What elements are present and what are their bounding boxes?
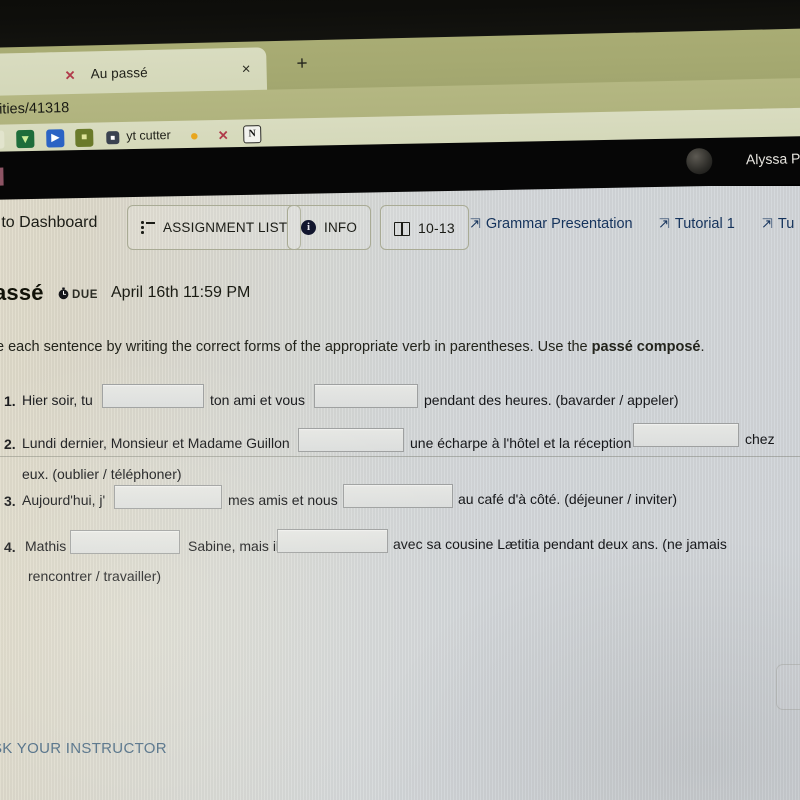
instructions-bold: passé composé [591, 339, 701, 355]
exercise-text: Lundi dernier, Monsieur et Madame Guillo… [22, 435, 290, 451]
bookmark-fox[interactable]: ✕ [214, 126, 232, 144]
toolbar-divider [0, 456, 800, 457]
bookmark-quizlet[interactable]: Q [0, 130, 5, 149]
photos-icon: ■ [75, 128, 94, 148]
assignment-toolbar: n to Dashboard ASSIGNMENT LIST i INFO 10… [0, 198, 800, 457]
grammar-presentation-link[interactable]: ⇱ Grammar Presentation [470, 216, 633, 232]
list-icon [141, 221, 155, 234]
answer-input-3a[interactable] [114, 485, 222, 509]
exercise-number: 4. [4, 539, 16, 555]
external-link-icon: ⇱ [659, 216, 670, 231]
info-label: INFO [324, 220, 358, 235]
bookmark-photos[interactable]: ■ [75, 128, 94, 148]
new-tab-button[interactable]: + [296, 53, 308, 74]
answer-input-4a[interactable] [70, 530, 180, 554]
exercise-text: Sabine, mais il [188, 538, 280, 554]
instructions-text: te each sentence by writing the correct … [0, 339, 792, 355]
page-title: assé [0, 280, 44, 305]
pages-label: 10-13 [418, 219, 455, 236]
pages-button[interactable]: 10-13 [380, 205, 469, 250]
bookmark-bulb[interactable]: ● [185, 126, 203, 144]
answer-input-4b[interactable] [277, 529, 388, 553]
assignment-list-label: ASSIGNMENT LIST [163, 220, 288, 235]
play-icon: ▶ [46, 129, 65, 148]
fox-icon: ✕ [217, 127, 229, 143]
exercise-text: Mathis [25, 538, 67, 554]
yt-cutter-icon: ■ [106, 131, 120, 145]
exercise-number: 2. [4, 436, 16, 452]
answer-input-1a[interactable] [102, 384, 204, 408]
bookmark-play[interactable]: ▶ [46, 129, 65, 148]
due-date: April 16th 11:59 PM [111, 284, 251, 301]
answer-input-2a[interactable] [298, 428, 404, 452]
bookmark-notion[interactable]: N [243, 125, 262, 144]
due-label: DUE [72, 289, 99, 301]
exercise-text: avec sa cousine Lætitia pendant deux ans… [393, 536, 727, 552]
quizlet-icon: Q [0, 130, 5, 149]
tutorial-1-link[interactable]: ⇱ Tutorial 1 [659, 216, 735, 232]
user-name-label: Alyssa Parker [745, 149, 800, 168]
back-to-dashboard-link[interactable]: n to Dashboard [0, 214, 97, 232]
duolingo-icon: ▼ [16, 129, 35, 149]
tutorial-2-link[interactable]: ⇱ Tu [762, 216, 794, 232]
fox-icon: ✕ [64, 67, 76, 84]
info-icon: i [301, 220, 316, 235]
exercise-continuation: rencontrer / travailler) [28, 568, 162, 584]
exercise-number: 3. [4, 493, 16, 509]
assignment-header: assé DUE April 16th 11:59 PM [0, 280, 800, 310]
exercise-text: ton ami et vous [210, 392, 305, 408]
exercise-number: 1. [4, 393, 16, 409]
exercise-continuation: eux. (oublier / téléphoner) [22, 466, 182, 482]
tutorial-1-label: Tutorial 1 [674, 216, 735, 232]
close-icon[interactable]: × [242, 61, 251, 78]
exercise-text: Aujourd'hui, j' [22, 492, 106, 508]
answer-input-3b[interactable] [343, 484, 453, 508]
address-bar-url: rities/41318 [0, 100, 70, 118]
bookmark-duolingo[interactable]: ▼ [16, 129, 35, 149]
browser-tab-title: Au passé [90, 65, 148, 82]
avatar[interactable] [686, 147, 713, 175]
info-button[interactable]: i INFO [287, 205, 372, 250]
grammar-presentation-label: Grammar Presentation [485, 216, 633, 232]
assignment-list-button[interactable]: ASSIGNMENT LIST [127, 205, 302, 250]
exercise-text: pendant des heures. (bavarder / appeler) [424, 392, 679, 408]
exercise-text: Hier soir, tu [22, 392, 93, 408]
bookmark-yt-cutter-label: yt cutter [126, 128, 171, 143]
external-link-icon: ⇱ [762, 216, 773, 231]
due-clock-icon [58, 287, 69, 300]
exercise-text: au café d'à côté. (déjeuner / inviter) [458, 491, 678, 507]
external-link-icon: ⇱ [470, 216, 481, 231]
navbar-accent-bar [0, 167, 4, 186]
book-icon [394, 221, 410, 236]
exercise-text: mes amis et nous [228, 492, 338, 508]
screen-photo: × ✕ Au passé × + rities/41318 Q ▼ ▶ ■ ■ … [0, 0, 800, 800]
exercise-text: une écharpe à l'hôtel et la réception [410, 435, 632, 451]
instructions-pre: te each sentence by writing the correct … [0, 339, 592, 355]
instructions-post: . [700, 339, 705, 355]
notion-icon: N [243, 125, 262, 144]
bulb-icon: ● [189, 126, 199, 145]
answer-input-1b[interactable] [314, 384, 418, 408]
ask-your-instructor-link[interactable]: SK YOUR INSTRUCTOR [0, 740, 167, 757]
exercise-text: chez [745, 431, 775, 447]
answer-input-2b[interactable] [633, 423, 739, 447]
submit-button-partial[interactable] [776, 664, 800, 710]
bookmark-yt-cutter[interactable]: ■ [106, 128, 120, 146]
tutorial-2-label: Tu [777, 216, 795, 232]
